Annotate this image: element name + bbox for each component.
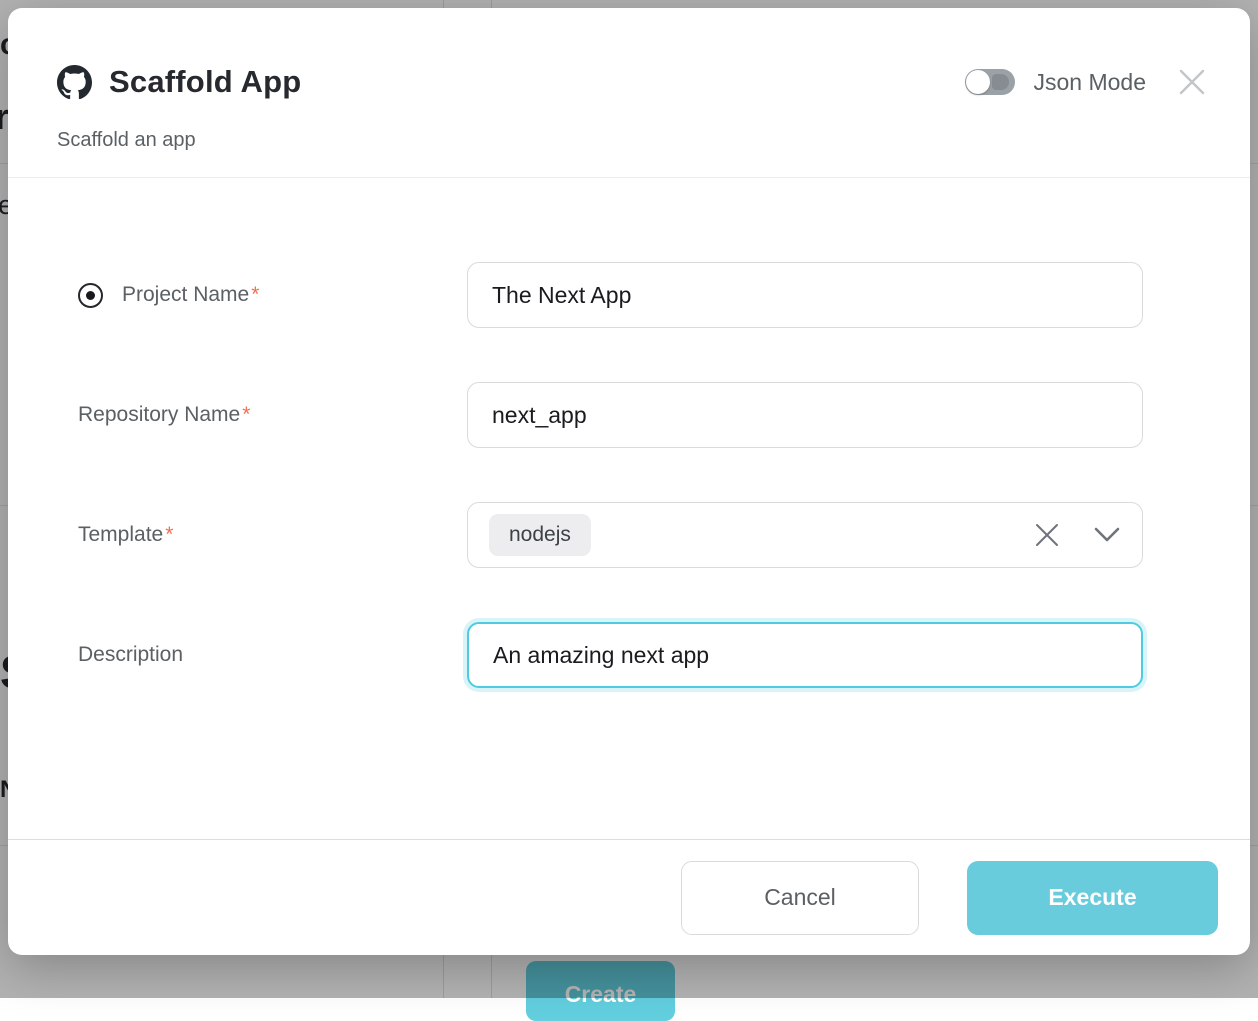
github-icon: [57, 65, 92, 100]
chevron-down-icon[interactable]: [1094, 527, 1120, 543]
template-chip: nodejs: [489, 514, 591, 556]
dialog-form: Project Name* Repository Name* Template*…: [8, 178, 1250, 839]
required-asterisk: *: [165, 523, 173, 547]
dialog-header: Scaffold App Json Mode: [8, 8, 1250, 100]
dialog-title: Scaffold App: [109, 64, 301, 100]
form-row-description: Description: [78, 622, 1250, 688]
radio-selected-icon[interactable]: [78, 283, 103, 308]
description-input[interactable]: [467, 622, 1143, 688]
repository-name-input[interactable]: [467, 382, 1143, 448]
toggle-knob: [966, 70, 990, 94]
required-asterisk: *: [251, 283, 259, 307]
form-row-project-name: Project Name*: [78, 262, 1250, 328]
form-row-repository-name: Repository Name*: [78, 382, 1250, 448]
label-text: Repository Name: [78, 403, 240, 427]
dialog-footer: Cancel Execute: [8, 839, 1250, 955]
toggle-track-inner: [992, 74, 1009, 90]
execute-button[interactable]: Execute: [967, 861, 1218, 935]
json-mode-toggle[interactable]: [965, 69, 1015, 95]
scaffold-app-dialog: Scaffold App Json Mode Scaffold an app P…: [8, 8, 1250, 955]
form-row-template: Template* nodejs: [78, 502, 1250, 568]
label-text: Template: [78, 523, 163, 547]
clear-icon[interactable]: [1032, 520, 1062, 550]
project-name-input[interactable]: [467, 262, 1143, 328]
json-mode-label: Json Mode: [1033, 69, 1146, 96]
repository-name-label: Repository Name*: [78, 403, 467, 427]
label-text: Description: [78, 643, 183, 667]
close-icon[interactable]: [1174, 64, 1210, 100]
template-select[interactable]: nodejs: [467, 502, 1143, 568]
required-asterisk: *: [242, 403, 250, 427]
description-label: Description: [78, 643, 467, 667]
radio-dot: [86, 291, 95, 300]
cancel-button[interactable]: Cancel: [681, 861, 919, 935]
label-text: Project Name: [122, 283, 249, 307]
project-name-label: Project Name*: [78, 283, 467, 308]
dialog-subtitle: Scaffold an app: [57, 129, 1210, 152]
template-label: Template*: [78, 523, 467, 547]
